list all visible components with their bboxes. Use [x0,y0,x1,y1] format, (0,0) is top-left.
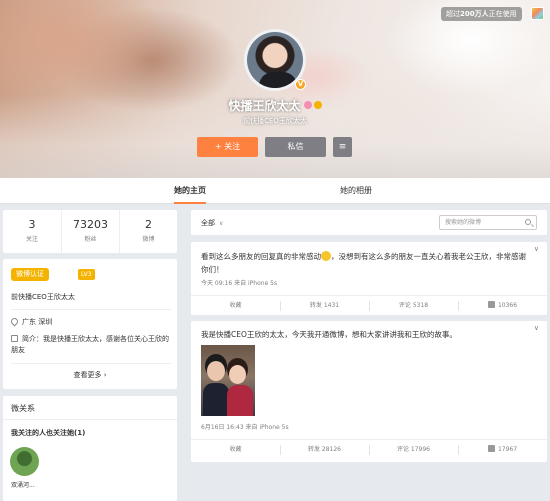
users-count-badge[interactable]: 超过200万人正在使用 [441,7,522,21]
location-row: 广东 深圳 [9,316,53,327]
location-text: 广东 深圳 [22,318,53,326]
level-icon[interactable] [313,101,322,109]
post-actions: 收藏 转发 28126 评论 17996 17967 [191,439,547,459]
stat-posts[interactable]: 2 微博 [119,210,177,253]
feed-post: ∨ 看到这么多朋友的回复真的非常感动 ，没想到有这么多的朋友一直关心着我老公王欣，… [191,242,547,315]
photo-figure [203,383,229,416]
like-icon [487,445,495,452]
like-count: 10366 [497,302,518,309]
location-icon [9,316,20,327]
post-actions: 收藏 转发 1431 评论 5318 10366 [191,295,547,315]
tab-home[interactable]: 她的主页 [174,178,206,204]
tab-album[interactable]: 她的相册 [340,178,372,204]
profile-tabs: 她的主页 她的相册 [0,178,550,204]
post-meta[interactable]: 6月16日 16:43 来自 iPhone 5s [201,422,289,431]
search-placeholder: 搜索她的微博 [445,219,482,226]
skin-icon[interactable] [531,7,544,20]
stat-label: 关注 [25,236,38,243]
verify-description: 前快播CEO王欣太太 [11,293,75,301]
filter-label: 全部 [201,219,215,227]
photo-figure [207,361,225,381]
collect-button[interactable]: 收藏 [191,296,280,316]
photo-figure [227,385,253,416]
search-icon[interactable] [525,219,531,225]
divider [11,363,171,364]
view-more-link[interactable]: 查看更多 › [3,370,177,380]
intro-row: 简介：我是快播王欣太太，感谢各位关心王欣的朋友 [11,334,169,356]
stat-value: 3 [28,218,36,231]
repost-button[interactable]: 转发 28126 [280,440,369,460]
level-badge[interactable]: LV3 [78,269,95,280]
gender-icon [303,101,312,109]
repost-button[interactable]: 转发 1431 [280,296,369,316]
post-text: 看到这么多朋友的回复真的非常感动 ，没想到有这么多的朋友一直关心着我老公王欣，非常… [201,250,531,276]
stat-label: 粉丝 [84,236,97,243]
relations-title: 微关系 [11,404,35,413]
profile-name-row: 快播王欣太太 [0,97,550,114]
friend-avatar[interactable] [10,447,39,476]
intro-icon [11,335,18,342]
photo-figure [229,365,246,384]
mutual-following-title[interactable]: 我关注的人也关注她(1) [11,428,85,438]
profile-name: 快播王欣太太 [228,99,301,113]
profile-info-card: 微博认证 LV3 前快播CEO王欣太太 广东 深圳 简介：我是快播王欣太太，感谢… [3,259,177,389]
chevron-down-icon: ∨ [219,220,224,227]
like-count: 17967 [497,446,518,453]
verified-icon: V [295,79,306,90]
search-input[interactable]: 搜索她的微博 [439,215,537,230]
stat-label: 微博 [142,236,155,243]
feed-filter-bar: 全部 ∨ 搜索她的微博 [191,210,547,235]
post-menu-chevron-icon[interactable]: ∨ [534,245,539,253]
like-icon [487,301,495,308]
comment-button[interactable]: 评论 17996 [369,440,458,460]
follow-button[interactable]: + 关注 [197,137,258,157]
stat-following[interactable]: 3 关注 [3,210,61,253]
profile-bio: 前快播CEO王欣太太 [243,117,307,125]
collect-button[interactable]: 收藏 [191,440,280,460]
verify-badge[interactable]: 微博认证 [11,268,49,281]
like-button[interactable]: 10366 [458,296,547,316]
users-badge-count: 200万人 [460,10,489,18]
divider [3,419,177,420]
post-text-part: 看到这么多朋友的回复真的非常感动 [201,252,321,261]
users-badge-prefix: 超过 [446,10,460,18]
laugh-emoji-icon [321,251,331,261]
divider [11,309,171,310]
like-button[interactable]: 17967 [458,440,547,460]
comment-button[interactable]: 评论 5318 [369,296,458,316]
stat-value: 73203 [73,218,108,231]
intro-label: 简介： [22,335,43,343]
menu-icon[interactable]: ≡ [333,137,352,157]
feed-post: ∨ 我是快播CEO王欣的太太，今天我开通微博，想和大家讲讲我和王欣的故事。 6月… [191,321,547,462]
post-meta[interactable]: 今天 09:16 来自 iPhone 5s [201,278,277,287]
post-photo[interactable] [201,345,255,416]
stats-card: 3 关注 73203 粉丝 2 微博 [3,210,177,253]
message-button[interactable]: 私信 [265,137,326,157]
post-menu-chevron-icon[interactable]: ∨ [534,324,539,332]
users-badge-suffix: 正在使用 [488,10,517,18]
filter-dropdown[interactable]: 全部 ∨ [201,218,223,228]
friend-name[interactable]: 双涌河... [11,480,35,489]
post-text: 我是快播CEO王欣的太太，今天我开通微博，想和大家讲讲我和王欣的故事。 [201,330,457,339]
stat-followers[interactable]: 73203 粉丝 [61,210,119,253]
stat-value: 2 [145,218,152,231]
